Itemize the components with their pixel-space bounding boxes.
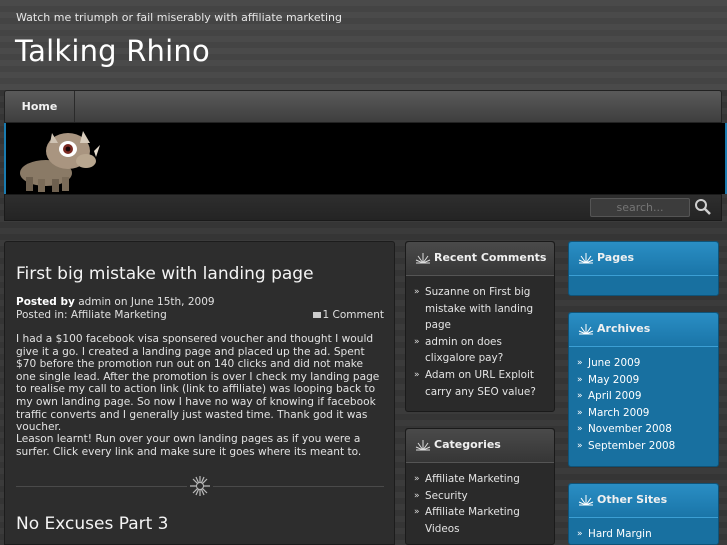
- recent-comment-item[interactable]: Suzanne on First big mistake with landin…: [414, 284, 548, 334]
- search-bar: [4, 194, 722, 221]
- recent-comment-item[interactable]: admin on does clixgalore pay?: [414, 334, 548, 367]
- category-item[interactable]: Affiliate Marketing: [414, 471, 548, 488]
- site-title[interactable]: Talking Rhino: [15, 34, 210, 68]
- post-author: Posted by admin on June 15th, 2009: [16, 296, 215, 308]
- category-item[interactable]: Affiliate Marketing Videos: [414, 504, 548, 537]
- post-title[interactable]: First big mistake with landing page: [16, 264, 314, 284]
- sunburst-icon: [415, 253, 431, 264]
- categories-title: Categories: [434, 438, 501, 451]
- posted-in-label: Posted in:: [16, 309, 68, 321]
- sunburst-icon: [578, 495, 594, 506]
- archives-list: June 2009 May 2009 April 2009 March 2009…: [577, 355, 711, 455]
- archive-item[interactable]: November 2008: [577, 421, 711, 438]
- recent-comments-list: Suzanne on First big mistake with landin…: [414, 284, 548, 400]
- archive-item[interactable]: September 2008: [577, 438, 711, 455]
- divider-ornament: [187, 474, 213, 498]
- archives-widget: Archives June 2009 May 2009 April 2009 M…: [568, 312, 719, 467]
- post-category: Posted in: Affiliate Marketing: [16, 309, 167, 321]
- recent-comments-widget: Recent Comments Suzanne on First big mis…: [405, 241, 555, 412]
- sunburst-icon: [578, 324, 594, 335]
- pages-title: Pages: [597, 251, 635, 264]
- nav-bar: Home: [4, 90, 722, 123]
- post-paragraph-1: I had a $100 facebook visa sponsered vou…: [16, 333, 380, 434]
- comment-icon: [312, 312, 321, 318]
- archives-title: Archives: [597, 322, 651, 335]
- rhino-logo: [20, 131, 100, 192]
- posted-by-label: Posted by: [16, 296, 75, 308]
- other-sites-list: Hard Margin: [577, 526, 711, 543]
- comments-link[interactable]: 1 Comment: [312, 309, 384, 321]
- site-tagline: Watch me triumph or fail miserably with …: [16, 11, 342, 24]
- category-item[interactable]: Security: [414, 488, 548, 505]
- sunburst-icon: [578, 253, 594, 264]
- sunburst-icon: [190, 476, 210, 496]
- header-banner: [4, 123, 727, 194]
- comments-count[interactable]: 1 Comment: [323, 309, 384, 321]
- archive-item[interactable]: April 2009: [577, 388, 711, 405]
- pages-widget: Pages: [568, 241, 719, 296]
- posted-by-value: admin on June 15th, 2009: [78, 296, 215, 308]
- other-sites-widget: Other Sites Hard Margin: [568, 483, 719, 545]
- site-header: Watch me triumph or fail miserably with …: [0, 0, 727, 90]
- recent-comment-item[interactable]: Adam on URL Exploit carry any SEO value?: [414, 367, 548, 400]
- archive-item[interactable]: May 2009: [577, 372, 711, 389]
- next-post-title[interactable]: No Excuses Part 3: [16, 514, 169, 534]
- categories-widget: Categories Affiliate Marketing Security …: [405, 428, 555, 545]
- archive-item[interactable]: June 2009: [577, 355, 711, 372]
- search-icon[interactable]: [694, 198, 712, 216]
- category-link[interactable]: Affiliate Marketing: [71, 309, 167, 321]
- other-sites-title: Other Sites: [597, 493, 668, 506]
- search-input[interactable]: [590, 198, 690, 217]
- other-site-item[interactable]: Hard Margin: [577, 526, 711, 543]
- recent-comments-title: Recent Comments: [434, 251, 547, 264]
- main-content: First big mistake with landing page Post…: [4, 241, 395, 545]
- archive-item[interactable]: March 2009: [577, 405, 711, 422]
- post-paragraph-2: Leason learnt! Run over your own landing…: [16, 433, 362, 458]
- sunburst-icon: [415, 440, 431, 451]
- nav-home-link[interactable]: Home: [5, 91, 75, 122]
- categories-list: Affiliate Marketing Security Affiliate M…: [414, 471, 548, 537]
